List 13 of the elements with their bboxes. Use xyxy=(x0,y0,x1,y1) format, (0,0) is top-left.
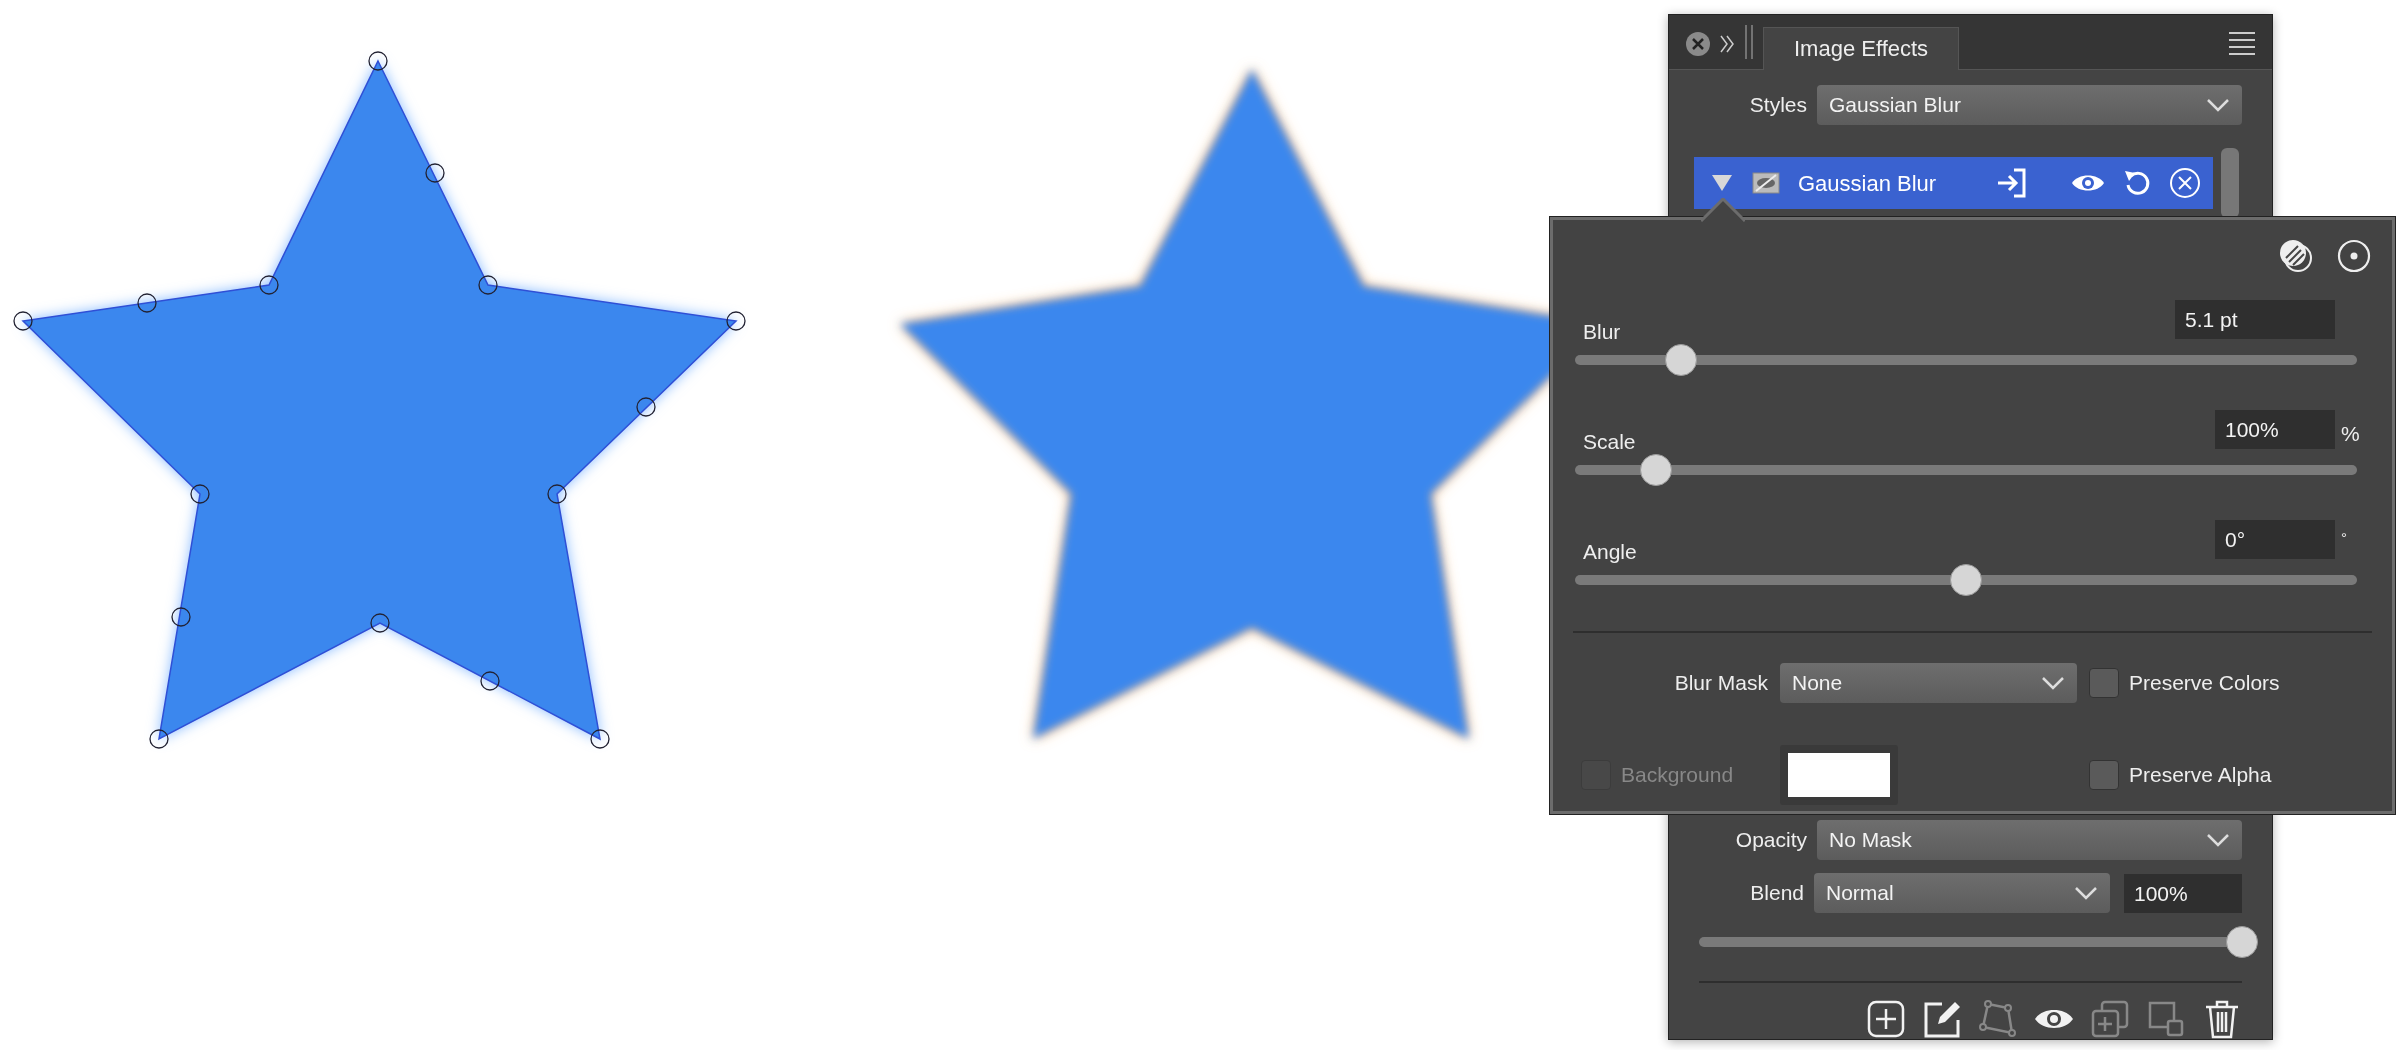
opacity-label: Opacity xyxy=(1734,827,1807,854)
effect-name: Gaussian Blur xyxy=(1798,169,1937,198)
slider-label: Scale xyxy=(1582,428,1636,455)
checkbox-label: Preserve Alpha xyxy=(2129,762,2272,789)
checkbox-label: Background xyxy=(1621,762,1734,789)
slider-label: Blur xyxy=(1582,318,1621,345)
blur-mask-label: Blur Mask xyxy=(1673,670,1768,697)
blend-label: Blend xyxy=(1749,880,1804,907)
slider-label: Angle xyxy=(1582,538,1637,565)
unit-label: % xyxy=(2341,422,2360,445)
checkbox-label: Preserve Colors xyxy=(2129,670,2280,697)
styles-label: Styles xyxy=(1748,92,1807,119)
unit-label: ° xyxy=(2341,529,2347,546)
